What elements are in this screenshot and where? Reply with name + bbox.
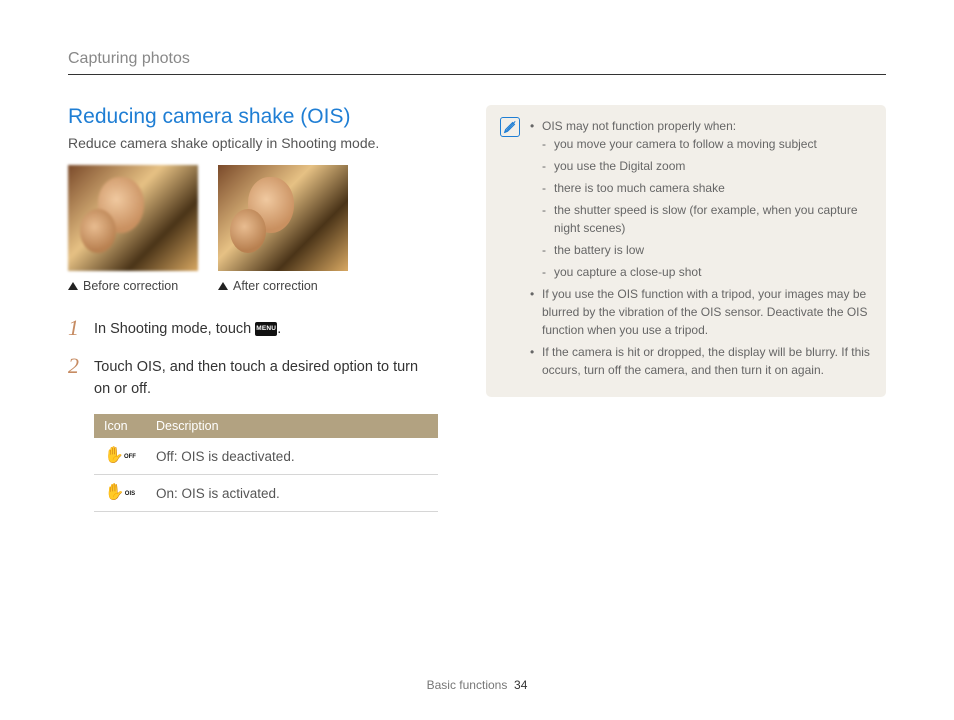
caption-after: After correction — [218, 279, 348, 293]
note-subitem: you move your camera to follow a moving … — [542, 135, 872, 153]
photo-after-correction — [218, 165, 348, 271]
table-header-desc: Description — [146, 414, 438, 438]
ois-on-icon: ✋OIS — [94, 475, 146, 512]
step-number: 2 — [68, 355, 84, 377]
note-item: OIS may not function properly when: you … — [530, 117, 872, 281]
ois-off-desc: Off: OIS is deactivated. — [146, 438, 438, 475]
note-item: If the camera is hit or dropped, the dis… — [530, 343, 872, 379]
footer-page-number: 34 — [514, 678, 527, 692]
note-icon — [500, 117, 520, 137]
note-subitem: the battery is low — [542, 241, 872, 259]
footer-section: Basic functions — [427, 678, 508, 692]
page-subtitle: Reduce camera shake optically in Shootin… — [68, 135, 438, 151]
triangle-up-icon — [68, 282, 78, 290]
note-intro: OIS may not function properly when: — [542, 119, 736, 133]
note-subitem: you use the Digital zoom — [542, 157, 872, 175]
ois-on-desc: On: OIS is activated. — [146, 475, 438, 512]
note-list: OIS may not function properly when: you … — [530, 117, 872, 383]
table-row: ✋OIS On: OIS is activated. — [94, 475, 438, 512]
step-2-pre: Touch — [94, 359, 137, 375]
options-table: Icon Description ✋OFF Off: OIS is deacti… — [94, 414, 438, 512]
ois-off-icon: ✋OFF — [94, 438, 146, 475]
triangle-up-icon — [218, 282, 228, 290]
note-item: If you use the OIS function with a tripo… — [530, 285, 872, 339]
step-number: 1 — [68, 317, 84, 339]
page-footer: Basic functions 34 — [0, 678, 954, 692]
right-column: OIS may not function properly when: you … — [486, 105, 886, 512]
note-subitem: there is too much camera shake — [542, 179, 872, 197]
left-column: Reducing camera shake (OIS) Reduce camer… — [68, 105, 438, 512]
step-text: In Shooting mode, touch MENU. — [94, 317, 281, 341]
caption-after-text: After correction — [233, 279, 318, 293]
caption-before: Before correction — [68, 279, 198, 293]
step-2: 2 Touch OIS, and then touch a desired op… — [68, 355, 438, 401]
table-header-icon: Icon — [94, 414, 146, 438]
note-box: OIS may not function properly when: you … — [486, 105, 886, 397]
photo-before-correction — [68, 165, 198, 271]
step-1-post: . — [277, 321, 281, 337]
page-title: Reducing camera shake (OIS) — [68, 105, 438, 129]
menu-icon: MENU — [255, 322, 277, 336]
step-text: Touch OIS, and then touch a desired opti… — [94, 355, 438, 401]
section-header: Capturing photos — [68, 50, 886, 75]
step-2-bold: OIS — [137, 359, 162, 375]
note-subitem: you capture a close-up shot — [542, 263, 872, 281]
step-1-pre: In Shooting mode, touch — [94, 321, 255, 337]
table-row: ✋OFF Off: OIS is deactivated. — [94, 438, 438, 475]
step-1: 1 In Shooting mode, touch MENU. — [68, 317, 438, 341]
caption-before-text: Before correction — [83, 279, 178, 293]
note-subitem: the shutter speed is slow (for example, … — [542, 201, 872, 237]
